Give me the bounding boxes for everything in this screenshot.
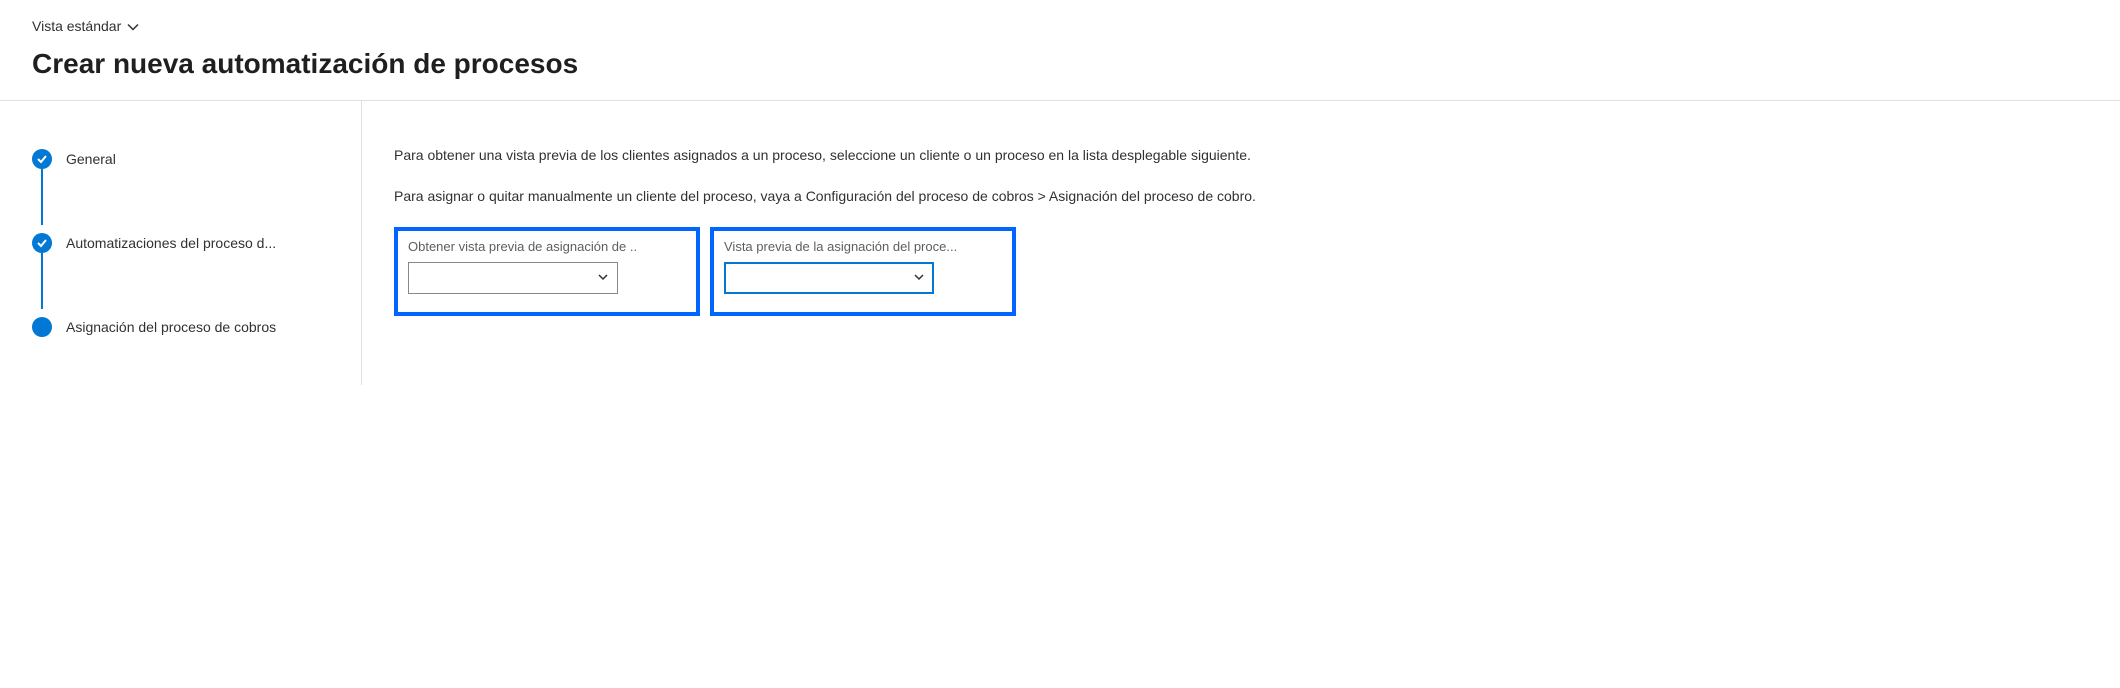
view-selector-label: Vista estándar xyxy=(32,18,121,34)
step-label: General xyxy=(66,151,116,167)
wizard-step-general[interactable]: General xyxy=(32,141,345,177)
wizard-steps: General Automatizaciones del proceso d..… xyxy=(32,141,345,345)
field-label: Vista previa de la asignación del proce.… xyxy=(724,239,1002,254)
page-title: Crear nueva automatización de procesos xyxy=(32,48,2088,80)
field-row: Obtener vista previa de asignación de ..… xyxy=(394,227,2088,316)
instruction-text-1: Para obtener una vista previa de los cli… xyxy=(394,145,2088,166)
step-label: Automatizaciones del proceso d... xyxy=(66,235,276,251)
wizard-step-automations[interactable]: Automatizaciones del proceso d... xyxy=(32,225,345,261)
step-connector xyxy=(41,253,43,309)
field-group-preview-by-process: Vista previa de la asignación del proce.… xyxy=(710,227,1016,316)
checkmark-icon xyxy=(32,233,52,253)
checkmark-icon xyxy=(32,149,52,169)
instruction-text-2: Para asignar o quitar manualmente un cli… xyxy=(394,186,2088,207)
view-selector[interactable]: Vista estándar xyxy=(32,18,139,34)
current-step-icon xyxy=(32,317,52,337)
main-panel: Para obtener una vista previa de los cli… xyxy=(362,101,2120,385)
page-header: Vista estándar Crear nueva automatizació… xyxy=(0,0,2120,101)
wizard-sidebar: General Automatizaciones del proceso d..… xyxy=(0,101,362,385)
customer-preview-dropdown[interactable] xyxy=(408,262,618,294)
field-label: Obtener vista previa de asignación de .. xyxy=(408,239,686,254)
process-preview-dropdown[interactable] xyxy=(724,262,934,294)
chevron-down-icon xyxy=(127,18,139,34)
wizard-step-assignment[interactable]: Asignación del proceso de cobros xyxy=(32,309,345,345)
chevron-down-icon xyxy=(597,270,609,286)
step-connector xyxy=(41,169,43,225)
field-group-preview-by-customer: Obtener vista previa de asignación de .. xyxy=(394,227,700,316)
step-label: Asignación del proceso de cobros xyxy=(66,319,276,335)
chevron-down-icon xyxy=(913,270,925,286)
content-area: General Automatizaciones del proceso d..… xyxy=(0,101,2120,385)
